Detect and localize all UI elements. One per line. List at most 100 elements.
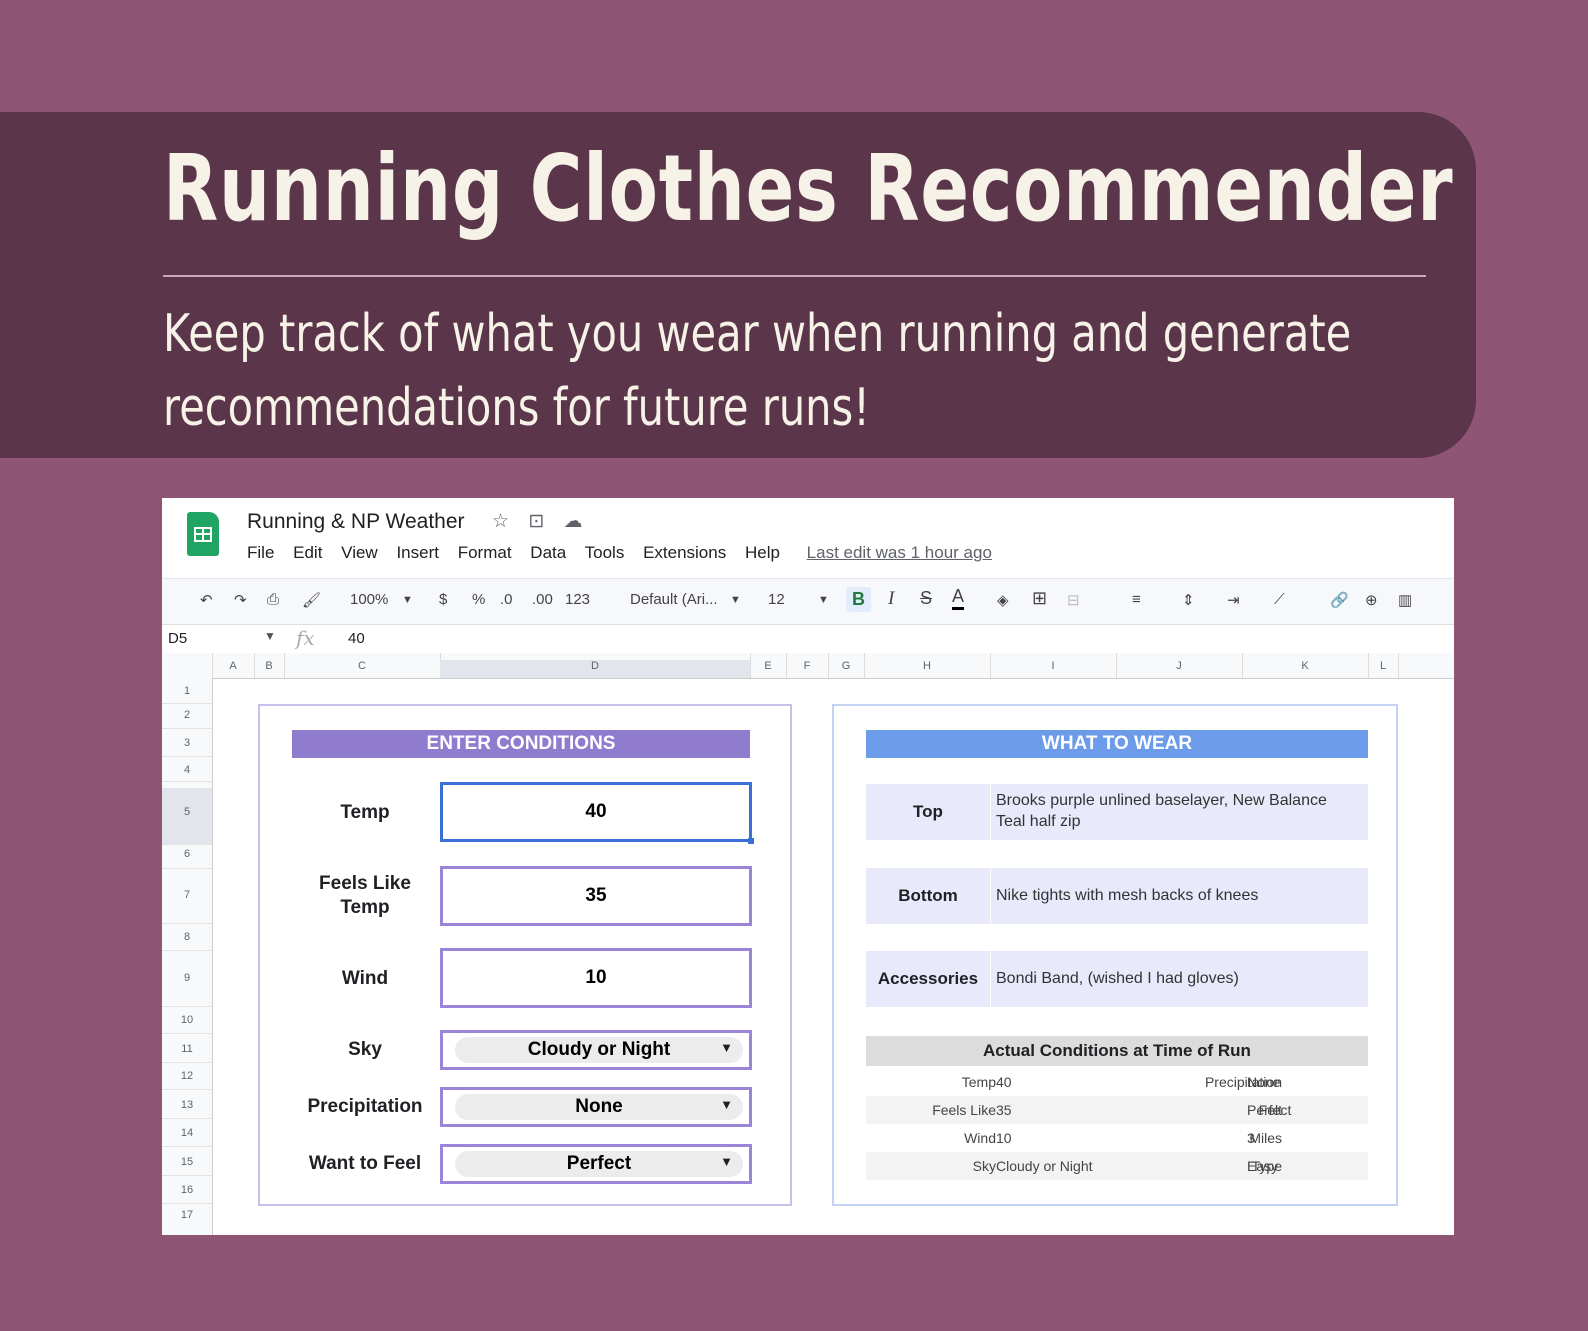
star-icon[interactable]: ☆	[492, 511, 509, 532]
paint-format-icon[interactable]: 🖌	[302, 591, 321, 609]
column-header-k[interactable]: K	[1242, 660, 1368, 672]
enter-conditions-panel: ENTER CONDITIONS Temp 40 Feels Like Temp…	[258, 704, 792, 1206]
row-header[interactable]: 4	[162, 764, 212, 776]
condition-value: 3	[1247, 1130, 1255, 1146]
condition-value: 35	[996, 1102, 1012, 1118]
row-header[interactable]: 6	[162, 848, 212, 860]
italic-button[interactable]: I	[888, 588, 894, 610]
row-header[interactable]: 12	[162, 1070, 212, 1082]
row-header[interactable]: 10	[162, 1014, 212, 1026]
fx-icon: fx	[296, 626, 315, 650]
redo-icon[interactable]: ↷	[234, 591, 247, 609]
column-header-g[interactable]: G	[828, 660, 864, 672]
document-title[interactable]: Running & NP Weather	[247, 510, 465, 534]
want-to-feel-dropdown[interactable]: Perfect ▼	[440, 1144, 752, 1184]
row-header[interactable]: 5	[162, 806, 212, 818]
row-headers: 1 2 3 4 5 6 7 8 9 10 11 12 13 14 15 16 1…	[162, 678, 213, 1235]
column-header-j[interactable]: J	[1116, 660, 1242, 672]
want-to-feel-value: Perfect	[455, 1151, 743, 1177]
insert-comment-icon[interactable]: ⊕	[1365, 591, 1378, 609]
name-box-dropdown-icon[interactable]: ▼	[264, 629, 276, 643]
row-header[interactable]: 16	[162, 1184, 212, 1196]
menu-edit[interactable]: Edit	[293, 543, 322, 562]
bottom-row: Bottom Nike tights with mesh backs of kn…	[866, 868, 1368, 924]
menu-help[interactable]: Help	[745, 543, 780, 562]
font-size-dropdown-icon[interactable]: ▼	[818, 594, 829, 606]
top-row: Top Brooks purple unlined baselayer, New…	[866, 784, 1368, 840]
precipitation-label: Precipitation	[307, 1096, 423, 1117]
row-header[interactable]: 13	[162, 1099, 212, 1111]
sky-label: Sky	[348, 1039, 382, 1060]
condition-value: 40	[996, 1074, 1012, 1090]
currency-button[interactable]: $	[439, 591, 447, 608]
text-wrap-icon[interactable]: ⇥	[1227, 591, 1240, 609]
undo-icon[interactable]: ↶	[200, 591, 213, 609]
top-value-line-2: Teal half zip	[996, 813, 1081, 830]
insert-link-icon[interactable]: 🔗	[1330, 591, 1349, 609]
align-icon[interactable]: ≡	[1132, 591, 1141, 608]
precipitation-value: None	[455, 1094, 743, 1120]
menu-view[interactable]: View	[341, 543, 378, 562]
column-header-a[interactable]: A	[212, 660, 254, 672]
accessories-label: Accessories	[866, 951, 991, 1007]
more-formats-button[interactable]: 123	[565, 591, 590, 608]
row-header[interactable]: 7	[162, 889, 212, 901]
fill-color-icon[interactable]: ◈	[997, 591, 1009, 609]
last-edit-link[interactable]: Last edit was 1 hour ago	[807, 543, 992, 562]
increase-decimal-button[interactable]: .00	[532, 591, 553, 608]
menu-format[interactable]: Format	[458, 543, 512, 562]
chevron-down-icon[interactable]: ▼	[720, 1040, 733, 1055]
column-header-b[interactable]: B	[254, 660, 284, 672]
menu-file[interactable]: File	[247, 543, 274, 562]
chevron-down-icon[interactable]: ▼	[720, 1097, 733, 1112]
row-header[interactable]: 8	[162, 931, 212, 943]
row-header[interactable]: 1	[162, 685, 212, 697]
wind-input[interactable]: 10	[440, 948, 752, 1008]
text-rotate-icon[interactable]: ⟋	[1274, 591, 1285, 608]
name-box[interactable]: D5	[168, 630, 187, 647]
percent-button[interactable]: %	[472, 591, 485, 608]
row-header[interactable]: 3	[162, 737, 212, 749]
print-icon[interactable]: ⎙	[267, 591, 279, 608]
column-header-d[interactable]: D	[440, 660, 750, 678]
zoom-dropdown-icon[interactable]: ▼	[402, 594, 413, 606]
menu-insert[interactable]: Insert	[396, 543, 439, 562]
row-header[interactable]: 17	[162, 1209, 212, 1221]
zoom-select[interactable]: 100%	[350, 591, 388, 608]
sky-dropdown[interactable]: Cloudy or Night ▼	[440, 1030, 752, 1070]
column-header-e[interactable]: E	[750, 660, 786, 672]
strikethrough-button[interactable]: S	[920, 588, 932, 609]
menu-tools[interactable]: Tools	[585, 543, 625, 562]
move-folder-icon[interactable]: ⊡	[528, 511, 544, 532]
column-header-h[interactable]: H	[864, 660, 990, 672]
chevron-down-icon[interactable]: ▼	[720, 1154, 733, 1169]
top-label: Top	[866, 784, 991, 840]
row-header[interactable]: 14	[162, 1127, 212, 1139]
merge-cells-icon[interactable]: ⊟	[1067, 591, 1080, 609]
column-header-f[interactable]: F	[786, 660, 828, 672]
precipitation-dropdown[interactable]: None ▼	[440, 1087, 752, 1127]
font-dropdown-icon[interactable]: ▼	[730, 594, 741, 606]
column-header-i[interactable]: I	[990, 660, 1116, 672]
column-header-c[interactable]: C	[284, 660, 440, 672]
menu-data[interactable]: Data	[530, 543, 566, 562]
borders-icon[interactable]: ⊞	[1032, 588, 1047, 609]
sheets-logo-icon[interactable]	[187, 512, 219, 556]
vertical-align-icon[interactable]: ⇕	[1182, 591, 1195, 609]
temp-input[interactable]: 40	[440, 782, 754, 844]
row-header[interactable]: 11	[162, 1043, 212, 1055]
menu-extensions[interactable]: Extensions	[643, 543, 726, 562]
row-header[interactable]: 9	[162, 972, 212, 984]
font-select[interactable]: Default (Ari...	[630, 591, 718, 608]
feels-like-input[interactable]: 35	[440, 866, 752, 926]
column-header-l[interactable]: L	[1368, 660, 1398, 672]
formula-input[interactable]: 40	[348, 630, 365, 647]
text-color-button[interactable]: A	[952, 586, 965, 610]
row-header[interactable]: 15	[162, 1156, 212, 1168]
decrease-decimal-button[interactable]: .0	[500, 591, 513, 608]
bold-button[interactable]: B	[846, 587, 871, 612]
insert-chart-icon[interactable]: ▥	[1398, 591, 1412, 609]
row-header[interactable]: 2	[162, 709, 212, 721]
cloud-status-icon[interactable]: ☁	[564, 511, 583, 532]
font-size-select[interactable]: 12	[768, 591, 785, 608]
